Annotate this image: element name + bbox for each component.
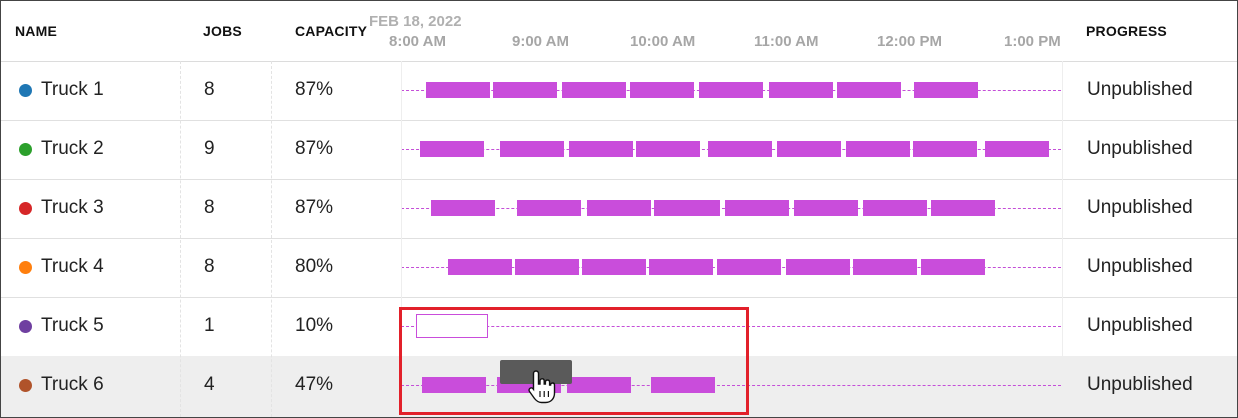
capacity-value: 87%	[295, 138, 334, 159]
truck-color-dot	[19, 261, 32, 274]
capacity-value: 80%	[295, 256, 334, 277]
job-block[interactable]	[846, 141, 910, 157]
truck-color-dot	[19, 379, 32, 392]
job-block[interactable]	[725, 200, 789, 216]
column-divider	[180, 61, 181, 417]
jobs-count: 8	[204, 256, 215, 277]
truck-color-dot	[19, 202, 32, 215]
job-block[interactable]	[630, 82, 694, 98]
truck-color-dot	[19, 84, 32, 97]
job-block[interactable]	[562, 82, 626, 98]
truck-name: Truck 4	[41, 256, 104, 277]
truck-name: Truck 2	[41, 138, 104, 159]
column-header-jobs[interactable]: JOBS	[203, 23, 242, 39]
job-block[interactable]	[587, 200, 651, 216]
job-block[interactable]	[985, 141, 1049, 157]
table-row[interactable]: Truck 2 9 87% Unpublished	[1, 120, 1237, 180]
capacity-value: 87%	[295, 197, 334, 218]
truck-name: Truck 3	[41, 197, 104, 218]
highlight-annotation	[399, 307, 749, 415]
job-block[interactable]	[769, 82, 833, 98]
job-block[interactable]	[649, 259, 713, 275]
job-block[interactable]	[420, 141, 484, 157]
capacity-value: 47%	[295, 374, 334, 395]
capacity-value: 87%	[295, 79, 334, 100]
jobs-count: 8	[204, 197, 215, 218]
job-block[interactable]	[448, 259, 512, 275]
job-block[interactable]	[913, 141, 977, 157]
timeline-time-label: 10:00 AM	[630, 33, 696, 50]
job-block[interactable]	[569, 141, 633, 157]
table-row[interactable]: Truck 3 8 87% Unpublished	[1, 179, 1237, 239]
table-row[interactable]: Truck 1 8 87% Unpublished	[1, 61, 1237, 121]
job-block[interactable]	[517, 200, 581, 216]
truck-name: Truck 5	[41, 315, 104, 336]
job-block[interactable]	[931, 200, 995, 216]
job-block[interactable]	[500, 141, 564, 157]
progress-status: Unpublished	[1087, 197, 1193, 218]
capacity-value: 10%	[295, 315, 334, 336]
timeline-time-label: 11:00 AM	[754, 33, 819, 50]
job-block[interactable]	[515, 259, 579, 275]
timeline-time-label: 9:00 AM	[512, 33, 569, 50]
job-block[interactable]	[431, 200, 495, 216]
progress-status: Unpublished	[1087, 79, 1193, 100]
jobs-count: 4	[204, 374, 215, 395]
column-header-capacity[interactable]: CAPACITY	[295, 23, 367, 39]
truck-color-dot	[19, 143, 32, 156]
column-header-progress[interactable]: PROGRESS	[1086, 23, 1167, 39]
jobs-count: 8	[204, 79, 215, 100]
job-block[interactable]	[777, 141, 841, 157]
table-header: NAME JOBS CAPACITY FEB 18, 2022 8:00 AM …	[1, 1, 1237, 62]
progress-status: Unpublished	[1087, 315, 1193, 336]
job-block[interactable]	[582, 259, 646, 275]
timeline-time-label: 8:00 AM	[389, 33, 446, 50]
progress-status: Unpublished	[1087, 256, 1193, 277]
job-block[interactable]	[921, 259, 985, 275]
job-block[interactable]	[837, 82, 901, 98]
job-block[interactable]	[717, 259, 781, 275]
job-block[interactable]	[426, 82, 490, 98]
job-block[interactable]	[636, 141, 700, 157]
table-row[interactable]: Truck 4 8 80% Unpublished	[1, 238, 1237, 298]
progress-status: Unpublished	[1087, 374, 1193, 395]
jobs-count: 1	[204, 315, 215, 336]
job-block[interactable]	[914, 82, 978, 98]
timeline-end-divider	[1062, 61, 1063, 417]
timeline-time-label: 12:00 PM	[877, 33, 943, 50]
timeline-date: FEB 18, 2022	[369, 13, 462, 30]
job-block[interactable]	[786, 259, 850, 275]
timeline-time-label: 1:00 PM	[1004, 33, 1061, 50]
job-block[interactable]	[794, 200, 858, 216]
truck-name: Truck 1	[41, 79, 104, 100]
job-block[interactable]	[853, 259, 917, 275]
truck-color-dot	[19, 320, 32, 333]
column-header-name[interactable]: NAME	[15, 23, 57, 39]
job-block[interactable]	[493, 82, 557, 98]
job-block[interactable]	[863, 200, 927, 216]
job-block[interactable]	[699, 82, 763, 98]
job-block[interactable]	[708, 141, 772, 157]
column-divider	[271, 61, 272, 417]
progress-status: Unpublished	[1087, 138, 1193, 159]
jobs-count: 9	[204, 138, 215, 159]
dispatch-schedule: NAME JOBS CAPACITY FEB 18, 2022 8:00 AM …	[0, 0, 1238, 418]
truck-name: Truck 6	[41, 374, 104, 395]
job-block[interactable]	[654, 200, 720, 216]
